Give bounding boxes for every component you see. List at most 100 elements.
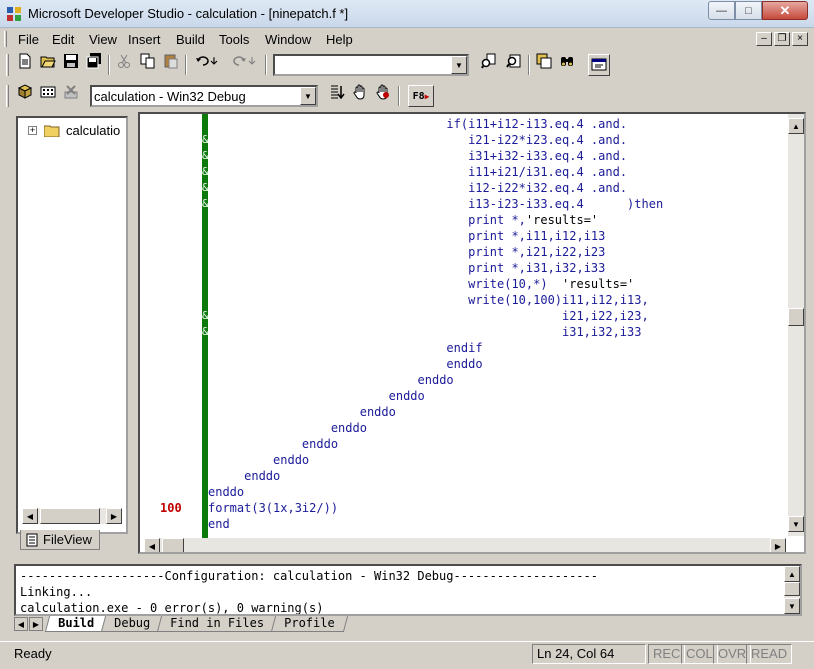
find-icon[interactable] [503, 50, 525, 72]
expand-icon[interactable]: + [28, 126, 37, 135]
code-line[interactable]: enddo [140, 436, 780, 452]
tab-find-in-files[interactable]: Find in Files [157, 616, 278, 632]
redo-dropdown-icon[interactable] [246, 50, 258, 72]
tab-scroll-right-icon[interactable]: ▶ [29, 617, 43, 631]
mdi-restore-button[interactable]: ❐ [774, 32, 790, 46]
code-line[interactable]: if(i11+i12-i13.eq.4 .and. [140, 116, 780, 132]
chevron-down-icon[interactable]: ▼ [300, 87, 316, 105]
code-line[interactable]: & i12-i22*i32.eq.4 .and. [140, 180, 780, 196]
hand-icon[interactable] [349, 81, 371, 103]
menu-window[interactable]: Window [265, 32, 311, 47]
editor-horizontal-scrollbar[interactable]: ◀ ▶ [144, 538, 786, 552]
code-line[interactable]: print *,i11,i12,i13 [140, 228, 780, 244]
toolbar-grip[interactable] [6, 85, 9, 107]
breakpoint-hand-icon[interactable] [372, 81, 394, 103]
f8-step-button[interactable]: F8 ▶ [408, 85, 434, 107]
save-all-icon[interactable] [83, 50, 105, 72]
tab-debug[interactable]: Debug [100, 616, 164, 632]
maximize-button[interactable]: □ [735, 1, 762, 20]
code-line[interactable]: & i11+i21/i31.eq.4 .and. [140, 164, 780, 180]
code-line[interactable]: & i31+i32-i33.eq.4 .and. [140, 148, 780, 164]
scroll-down-icon[interactable]: ▼ [784, 598, 800, 614]
scroll-thumb[interactable] [162, 538, 184, 552]
tab-scroll-left-icon[interactable]: ◀ [14, 617, 28, 631]
tree-horizontal-scrollbar[interactable]: ◀ ▶ [22, 508, 122, 524]
tree-item-label[interactable]: calculatio [66, 123, 120, 138]
code-line[interactable]: end [140, 516, 780, 532]
tab-fileview[interactable]: FileView [20, 530, 100, 550]
code-line[interactable]: & i21-i22*i23.eq.4 .and. [140, 132, 780, 148]
scroll-right-icon[interactable]: ▶ [770, 538, 786, 552]
build-config-combo[interactable]: calculation - Win32 Debug ▼ [90, 85, 318, 107]
binoculars-icon[interactable] [556, 50, 578, 72]
workspace-icon[interactable] [533, 50, 555, 72]
output-vertical-scrollbar[interactable]: ▲ ▼ [784, 566, 800, 614]
file-tree[interactable]: + calculatio ◀ ▶ [16, 116, 128, 534]
save-icon[interactable] [60, 50, 82, 72]
code-line[interactable]: write(10,*) 'results=' [140, 276, 780, 292]
paste-icon[interactable] [160, 50, 182, 72]
stop-build-icon[interactable] [60, 81, 82, 103]
output-window-icon[interactable] [588, 54, 610, 76]
scroll-thumb[interactable] [788, 308, 804, 326]
menu-help[interactable]: Help [326, 32, 353, 47]
menu-file[interactable]: File [18, 32, 39, 47]
tab-build[interactable]: Build [44, 616, 108, 632]
scroll-up-icon[interactable]: ▲ [784, 566, 800, 582]
code-line[interactable]: print *,i21,i22,i23 [140, 244, 780, 260]
close-button[interactable]: ✕ [762, 1, 808, 20]
find-in-files-icon[interactable] [478, 50, 500, 72]
code-line[interactable]: print *,'results=' [140, 212, 780, 228]
code-line[interactable]: & i31,i32,i33 [140, 324, 780, 340]
code-text: enddo [301, 437, 339, 451]
tab-profile[interactable]: Profile [271, 616, 348, 632]
code-line[interactable]: & i21,i22,i23, [140, 308, 780, 324]
code-line[interactable]: enddo [140, 484, 780, 500]
output-text-area[interactable]: --------------------Configuration: calcu… [14, 564, 802, 616]
editor-vertical-scrollbar[interactable]: ▲ ▼ [788, 114, 804, 536]
code-line[interactable]: 100 format(3(1x,3i2/)) [140, 500, 780, 516]
scroll-left-icon[interactable]: ◀ [22, 508, 38, 524]
code-line[interactable]: endif [140, 340, 780, 356]
menu-grip[interactable] [4, 31, 7, 47]
open-folder-icon[interactable] [37, 50, 59, 72]
cut-icon[interactable] [113, 50, 135, 72]
code-line[interactable]: enddo [140, 404, 780, 420]
scroll-thumb[interactable] [40, 508, 100, 524]
code-line[interactable]: print *,i31,i32,i33 [140, 260, 780, 276]
menu-build[interactable]: Build [176, 32, 205, 47]
go-to-definition-icon[interactable] [326, 81, 348, 103]
menu-view[interactable]: View [89, 32, 117, 47]
code-line[interactable]: enddo [140, 356, 780, 372]
code-line[interactable]: & i13-i23-i33.eq.4 )then [140, 196, 780, 212]
code-line[interactable]: enddo [140, 372, 780, 388]
code-line[interactable]: enddo [140, 468, 780, 484]
code-line[interactable]: enddo [140, 388, 780, 404]
new-file-icon[interactable] [14, 50, 36, 72]
scroll-down-icon[interactable]: ▼ [788, 516, 804, 532]
menu-tools[interactable]: Tools [219, 32, 249, 47]
statement-label: 100 [160, 501, 182, 515]
mdi-close-button[interactable]: × [792, 32, 808, 46]
code-text: i21-i22*i23.eq.4 .and. [208, 133, 628, 147]
code-line[interactable]: enddo [140, 452, 780, 468]
copy-icon[interactable] [137, 50, 159, 72]
menu-insert[interactable]: Insert [128, 32, 161, 47]
scroll-left-icon[interactable]: ◀ [144, 538, 160, 552]
find-combo[interactable]: ▼ [273, 54, 469, 76]
minimize-button[interactable]: — [708, 1, 735, 20]
tab-profile-label: Profile [284, 616, 335, 630]
scroll-up-icon[interactable]: ▲ [788, 118, 804, 134]
build-icon[interactable] [37, 81, 59, 103]
code-line[interactable]: enddo [140, 420, 780, 436]
toolbar-grip[interactable] [6, 54, 9, 76]
scroll-thumb[interactable] [784, 582, 800, 596]
scroll-right-icon[interactable]: ▶ [106, 508, 122, 524]
chevron-down-icon[interactable]: ▼ [451, 56, 467, 74]
menu-edit[interactable]: Edit [52, 32, 74, 47]
code-editor[interactable]: if(i11+i12-i13.eq.4 .and. & i21-i22*i23.e… [138, 112, 806, 554]
undo-dropdown-icon[interactable] [208, 50, 220, 72]
mdi-minimize-button[interactable]: – [756, 32, 772, 46]
compile-icon[interactable] [14, 81, 36, 103]
code-line[interactable]: write(10,100)i11,i12,i13, [140, 292, 780, 308]
